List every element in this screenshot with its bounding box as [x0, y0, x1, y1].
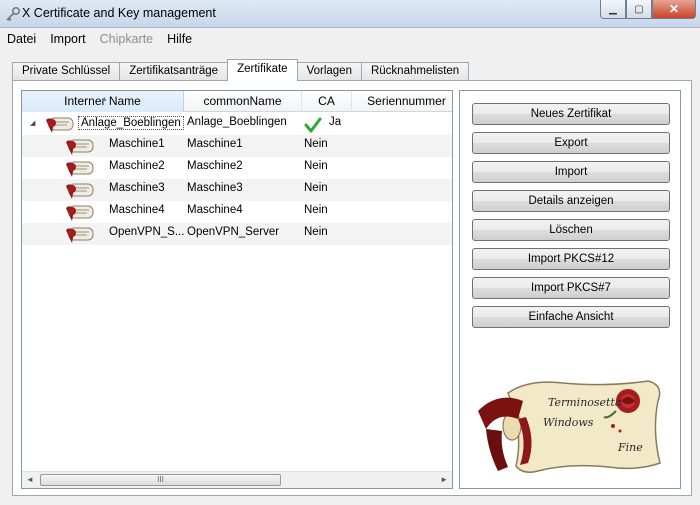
cell-ca: Nein [304, 138, 328, 150]
cell-ca: Nein [304, 204, 328, 216]
cell-common-name: Maschine1 [187, 138, 243, 150]
tab-private-keys[interactable]: Private Schlüssel [12, 62, 121, 81]
tab-certificates[interactable]: Zertifikate [227, 59, 298, 81]
menu-hilfe[interactable]: Hilfe [160, 32, 199, 46]
scrollbar-thumb[interactable]: III [40, 474, 281, 486]
column-header-serial-number[interactable]: Seriennummer [352, 91, 452, 112]
tab-certificate-requests[interactable]: Zertifikatsanträge [119, 62, 229, 81]
checkmark-icon [304, 117, 322, 133]
tab-templates[interactable]: Vorlagen [296, 62, 362, 81]
new-certificate-button[interactable]: Neues Zertifikat [472, 103, 670, 125]
logo-text-line2: Windows [543, 416, 594, 429]
app-key-icon [6, 6, 21, 22]
certificate-list[interactable]: ▲ Interner Name commonName CA Seriennumm… [21, 90, 453, 489]
menu-import[interactable]: Import [43, 32, 92, 46]
certificate-icon [66, 139, 94, 155]
menu-bar: Datei Import Chipkarte Hilfe [0, 28, 700, 50]
cell-ca: Nein [304, 226, 328, 238]
list-item[interactable]: Maschine4 Maschine4 Nein [22, 201, 452, 223]
column-header-internal-name[interactable]: ▲ Interner Name [22, 91, 184, 112]
logo-text-line1: Terminosetta [548, 396, 621, 409]
window-title: X Certificate and Key management [22, 6, 216, 20]
sort-up-icon: ▲ [101, 96, 108, 103]
cell-ca: Nein [304, 182, 328, 194]
show-details-button[interactable]: Details anzeigen [472, 190, 670, 212]
cell-common-name: Maschine4 [187, 204, 243, 216]
cell-ca: Nein [304, 160, 328, 172]
tab-strip: Private Schlüssel Zertifikatsanträge Zer… [12, 59, 470, 81]
export-button[interactable]: Export [472, 132, 670, 154]
cell-internal-name: Maschine3 [109, 182, 165, 194]
list-item[interactable]: Maschine2 Maschine2 Nein [22, 157, 452, 179]
action-panel: Neues Zertifikat Export Import Details a… [459, 90, 681, 489]
certificate-icon [66, 205, 94, 221]
cell-common-name: Maschine3 [187, 182, 243, 194]
cell-common-name: Anlage_Boeblingen [187, 116, 287, 128]
cell-common-name: OpenVPN_Server [187, 226, 280, 238]
maximize-button[interactable]: ▢ [626, 0, 652, 19]
close-button[interactable]: ✕ [652, 0, 696, 19]
list-item[interactable]: Maschine1 Maschine1 Nein [22, 135, 452, 157]
list-header: ▲ Interner Name commonName CA Seriennumm… [22, 91, 452, 112]
tab-panel-certificates: ▲ Interner Name commonName CA Seriennumm… [12, 80, 692, 496]
import-pkcs7-button[interactable]: Import PKCS#7 [472, 277, 670, 299]
certificate-icon [66, 161, 94, 177]
column-header-ca[interactable]: CA [302, 91, 352, 112]
delete-button[interactable]: Löschen [472, 219, 670, 241]
cell-ca: Ja [329, 116, 342, 128]
menu-chipkarte: Chipkarte [99, 32, 154, 46]
certificate-icon [66, 183, 94, 199]
list-item-root[interactable]: ◢ Anlage_Boeblingen Anlage_Boeblingen Ja [22, 113, 452, 135]
column-header-common-name[interactable]: commonName [184, 91, 302, 112]
certificate-icon [66, 227, 94, 243]
list-item[interactable]: OpenVPN_S... OpenVPN_Server Nein [22, 223, 452, 245]
list-item[interactable]: Maschine3 Maschine3 Nein [22, 179, 452, 201]
cell-common-name: Maschine2 [187, 160, 243, 172]
cell-internal-name: Maschine4 [109, 204, 165, 216]
minimize-button[interactable]: ▁ [600, 0, 626, 19]
import-button[interactable]: Import [472, 161, 670, 183]
scroll-logo-image: Terminosetta Windows Fine [478, 380, 661, 473]
cell-internal-name: Maschine2 [109, 160, 165, 172]
import-pkcs12-button[interactable]: Import PKCS#12 [472, 248, 670, 270]
logo-text-line3: Fine [617, 441, 643, 454]
tab-revocation-lists[interactable]: Rücknahmelisten [360, 62, 470, 81]
cell-internal-name: OpenVPN_S... [109, 226, 185, 238]
certificate-icon [46, 117, 74, 133]
collapse-triangle-icon[interactable]: ◢ [30, 119, 35, 127]
scroll-left-arrow-icon[interactable]: ◄ [26, 475, 34, 484]
horizontal-scrollbar[interactable]: ◄ III ► [22, 471, 452, 488]
menu-datei[interactable]: Datei [0, 32, 43, 46]
simple-view-button[interactable]: Einfache Ansicht [472, 306, 670, 328]
cell-internal-name: Anlage_Boeblingen [78, 116, 184, 130]
title-bar[interactable]: X Certificate and Key management ▁ ▢ ✕ [0, 0, 700, 28]
scroll-right-arrow-icon[interactable]: ► [440, 475, 448, 484]
cell-internal-name: Maschine1 [109, 138, 165, 150]
